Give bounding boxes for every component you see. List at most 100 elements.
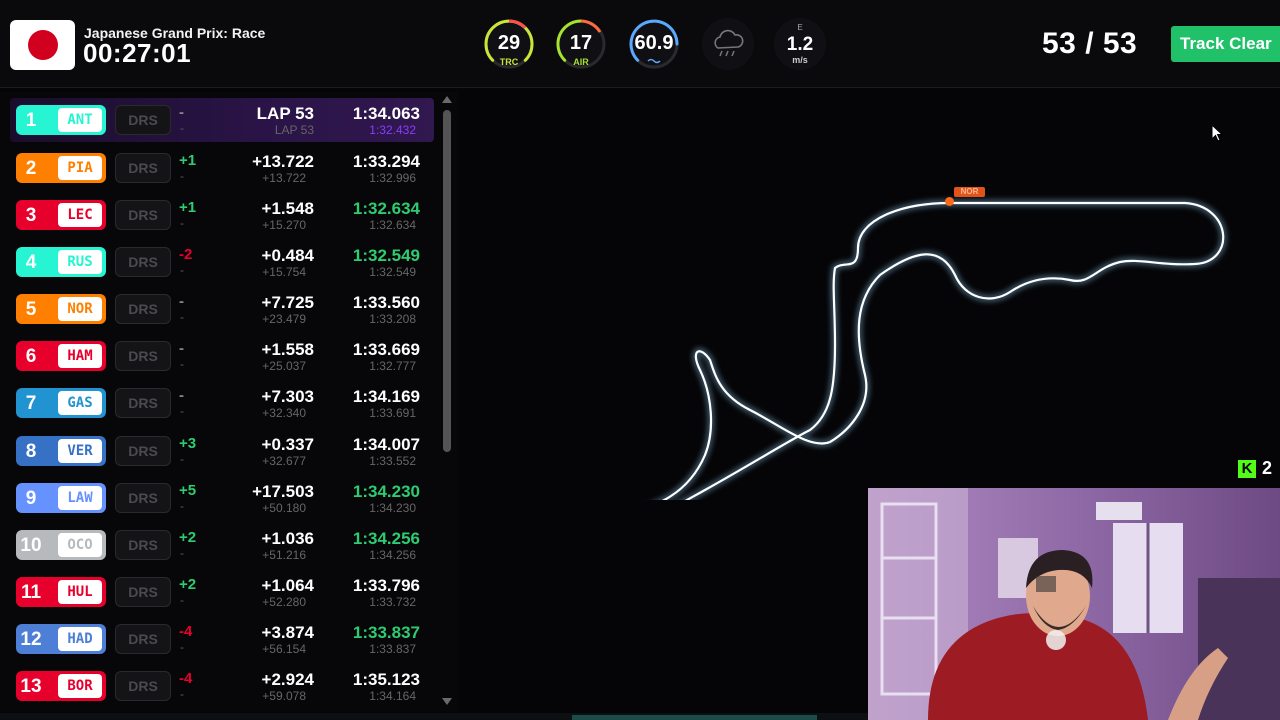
standings-row[interactable]: 4 RUS DRS -2- +0.484 +15.754 1:32.549 1:32.549 [10, 240, 434, 284]
position-number: 6 [25, 346, 37, 367]
gap-interval: +1.558 [261, 340, 314, 359]
position-badge: 3 LEC [16, 200, 106, 230]
best-lap-time: 1:33.837 [369, 642, 416, 656]
webcam-feed [868, 488, 1280, 720]
position-change: +3 [179, 435, 197, 452]
gap-to-leader: +51.216 [262, 548, 306, 562]
standings-row[interactable]: 3 LEC DRS +1- +1.548 +15.270 1:32.634 1:32.634 [10, 193, 434, 237]
position-change-secondary: - [180, 546, 184, 560]
position-change: -4 [179, 670, 193, 687]
gap-to-leader: +25.037 [262, 359, 306, 373]
last-lap-time: 1:34.063 [352, 104, 420, 123]
position-change-secondary: - [180, 452, 184, 466]
standings-row[interactable]: 5 NOR DRS - - +7.725 +23.479 1:33.560 1:33.208 [10, 287, 434, 331]
last-lap-time: 1:33.796 [352, 576, 420, 595]
scrollbar-thumb[interactable] [443, 110, 451, 452]
drs-indicator: DRS [115, 294, 171, 324]
driver-code: BOR [58, 674, 102, 698]
last-lap-time: 1:34.169 [352, 387, 420, 406]
last-lap-time: 1:33.669 [352, 340, 420, 359]
humidity-gauge: 60.9 [628, 18, 680, 70]
gap-to-leader: LAP 53 [274, 123, 314, 137]
drs-indicator: DRS [115, 388, 171, 418]
standings-row[interactable]: 13 BOR DRS -4- +2.924 +59.078 1:35.123 1:34.164 [10, 664, 434, 708]
position-number: 3 [25, 205, 37, 226]
driver-code: NOR [58, 297, 102, 321]
best-lap-time: 1:34.164 [369, 689, 416, 703]
scroll-down-arrow-icon[interactable] [442, 698, 452, 705]
best-lap-time: 1:34.230 [369, 501, 416, 515]
best-lap-time: 1:33.208 [369, 312, 416, 326]
position-badge: 1 ANT [16, 105, 106, 135]
wind-unit: m/s [792, 55, 808, 65]
gap-interval: +2.924 [261, 670, 314, 689]
position-badge: 6 HAM [16, 341, 106, 371]
driver-code: RUS [58, 250, 102, 274]
kick-viewers: K 2 [1238, 458, 1280, 480]
standings-row[interactable]: 2 PIA DRS +1- +13.722 +13.722 1:33.294 1:32.996 [10, 146, 434, 190]
position-number: 1 [25, 110, 37, 131]
position-change-secondary: - [180, 169, 184, 183]
position-change-secondary: - [180, 687, 184, 701]
position-number: 8 [25, 441, 37, 462]
gap-to-leader: +52.280 [262, 595, 306, 609]
gap-interval: +1.548 [261, 199, 314, 218]
kick-logo-icon: K [1238, 460, 1256, 478]
position-number: 5 [25, 299, 37, 320]
position-change: +5 [179, 482, 197, 499]
gap-interval: +1.036 [261, 529, 314, 548]
scroll-up-arrow-icon[interactable] [442, 96, 452, 103]
gap-interval: +7.303 [261, 387, 314, 406]
car-marker [945, 197, 954, 206]
position-badge: 12 HAD [16, 624, 106, 654]
standings-row[interactable]: 9 LAW DRS +5- +17.503 +50.180 1:34.230 1:34.230 [10, 476, 434, 520]
gap-to-leader: +56.154 [262, 642, 306, 656]
drs-indicator: DRS [115, 105, 171, 135]
gap-interval: +13.722 [252, 152, 314, 171]
wind-direction: E [797, 23, 803, 32]
driver-code: PIA [58, 156, 102, 180]
driver-code: HAD [58, 627, 102, 651]
position-change-secondary: - [180, 263, 184, 277]
drs-indicator: DRS [115, 577, 171, 607]
gap-to-leader: +13.722 [262, 171, 306, 185]
best-lap-time: 1:33.552 [369, 454, 416, 468]
position-change-secondary: - [180, 499, 184, 513]
position-change: +2 [179, 576, 197, 593]
gap-to-leader: +32.340 [262, 406, 306, 420]
wind-indicator: E 1.2 m/s [774, 18, 826, 70]
standings-row[interactable]: 1 ANT DRS - - LAP 53 LAP 53 1:34.063 1:32.432 [10, 98, 434, 142]
rain-cloud-icon [702, 18, 754, 70]
standings-row[interactable]: 6 HAM DRS - - +1.558 +25.037 1:33.669 1:32.777 [10, 334, 434, 378]
standings-row[interactable]: 11 HUL DRS +2- +1.064 +52.280 1:33.796 1:33.732 [10, 570, 434, 614]
position-change-secondary: - [180, 404, 184, 418]
track-status-badge: Track Clear [1171, 26, 1280, 62]
standings-row[interactable]: 7 GAS DRS - - +7.303 +32.340 1:34.169 1:33.691 [10, 381, 434, 425]
car-label: NOR [954, 187, 985, 197]
position-number: 13 [20, 676, 42, 697]
best-lap-time: 1:32.996 [369, 171, 416, 185]
top-bar: Japanese Grand Prix: Race 00:27:01 29 TR… [0, 0, 1280, 88]
gap-to-leader: +32.677 [262, 454, 306, 468]
gap-to-leader: +15.270 [262, 218, 306, 232]
best-lap-time: 1:32.634 [369, 218, 416, 232]
position-number: 12 [20, 629, 42, 650]
last-lap-time: 1:34.256 [352, 529, 420, 548]
driver-code: LAW [58, 486, 102, 510]
drs-indicator: DRS [115, 436, 171, 466]
gap-to-leader: +59.078 [262, 689, 306, 703]
japan-flag-icon [10, 20, 75, 70]
position-badge: 9 LAW [16, 483, 106, 513]
driver-code: HUL [58, 580, 102, 604]
standings-row[interactable]: 8 VER DRS +3- +0.337 +32.677 1:34.007 1:33.552 [10, 429, 434, 473]
drs-indicator: DRS [115, 247, 171, 277]
standings-row[interactable]: 10 OCO DRS +2- +1.036 +51.216 1:34.256 1:34.256 [10, 523, 434, 567]
standings-row[interactable]: 12 HAD DRS -4- +3.874 +56.154 1:33.837 1:33.837 [10, 617, 434, 661]
position-number: 2 [25, 158, 37, 179]
last-lap-time: 1:32.549 [352, 246, 420, 265]
drs-indicator: DRS [115, 153, 171, 183]
gap-to-leader: +50.180 [262, 501, 306, 515]
position-change-secondary: - [180, 593, 184, 607]
position-badge: 5 NOR [16, 294, 106, 324]
position-badge: 8 VER [16, 436, 106, 466]
